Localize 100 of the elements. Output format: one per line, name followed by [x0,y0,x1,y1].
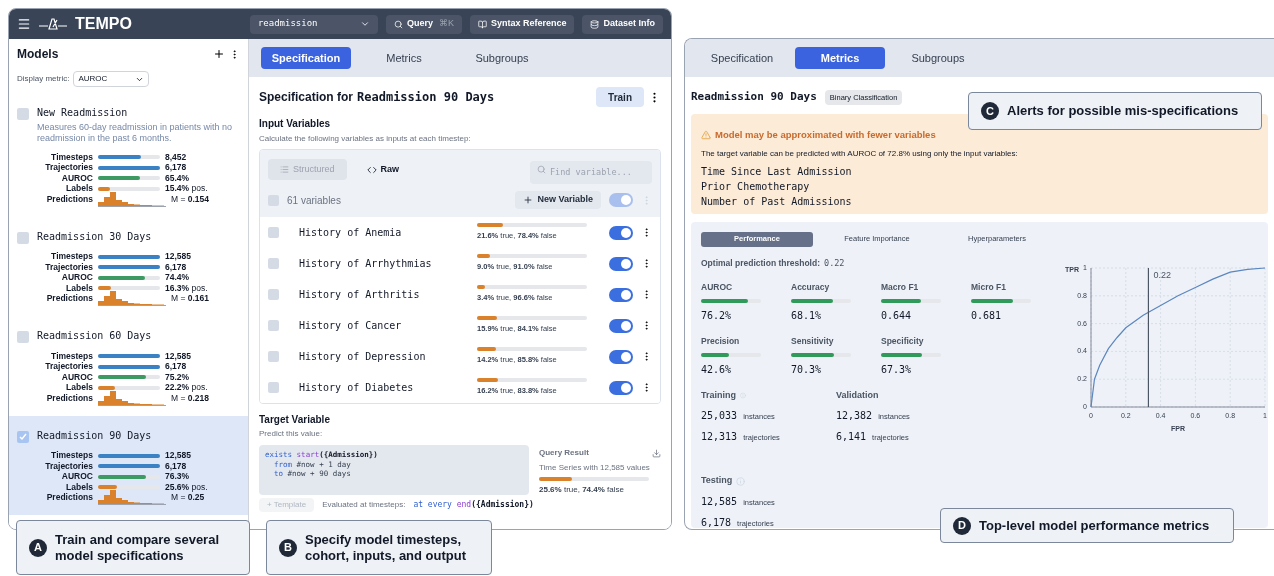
histogram-drawing [98,291,166,307]
dataset-info-button[interactable]: Dataset Info [582,14,663,34]
stat-value: 6,178 [165,361,187,374]
toggle-switch[interactable] [609,318,633,333]
stat-value: M = 0.161 [171,293,210,306]
toggle-switch[interactable] [609,380,633,395]
metric-label: AUROC [701,281,734,294]
tab[interactable]: Specification [697,47,787,69]
toggle-switch[interactable] [609,287,633,302]
syntax-reference-button[interactable]: Syntax Reference [469,14,575,34]
stat-value: M = 0.154 [171,193,210,206]
tab[interactable]: Subgroups [457,47,547,69]
metric-value: 0.644 [881,309,913,323]
section-description: Calculate the following variables as inputs at each timestep: [259,133,472,145]
variable-name: History of Arrhythmias [299,257,433,271]
stat-label: Labels [65,381,93,394]
app-name: TEMPO [75,14,132,34]
menu-icon[interactable] [17,17,31,31]
split-value: 12,382 [836,409,873,424]
evaluated-label: Evaluated at timesteps: [322,499,406,511]
callout-text: Top-level model performance metrics [979,517,1210,534]
checkbox[interactable] [268,320,279,331]
code-icon [366,164,377,175]
split-label: Training [701,388,736,402]
warning-icon [701,129,711,140]
new-variable-button[interactable]: New Variable [515,191,601,209]
model-name: New Readmission [37,106,129,120]
stat-value: 8,452 [165,150,187,164]
toggle-switch[interactable] [609,225,633,240]
stat-label: AUROC [60,172,93,184]
metric-label: Specificity [881,335,925,348]
alert-text: The target variable can be predicted with AUROC of 72.8% using only the input variables: [701,147,1019,160]
checkbox[interactable] [268,194,279,206]
book-icon [477,19,487,29]
model-card[interactable]: Readmission 90 Days Timesteps 12,585 Trajectories 6,178 AUROC 76.3% Labels 25.6% pos. Predictions M = 0.25 [9,415,248,515]
stat-label: Trajectories [44,361,93,374]
variable-name: History of Diabetes [299,381,415,395]
checkbox[interactable] [268,382,279,393]
variable-count: 61 variables [287,193,342,208]
list-icon [280,165,289,174]
query-button[interactable]: Query ⌘K [385,14,462,34]
tab[interactable]: Specification [261,47,351,69]
metric-select[interactable]: AUROC [73,71,150,87]
timestep-code: at every end({Admission}) [413,499,534,511]
callout-letter: D [953,516,971,535]
stat-value: M = 0.218 [171,392,210,405]
stat-value: 12,585 [165,250,191,264]
checkbox[interactable] [17,430,29,443]
download-icon[interactable] [652,448,661,458]
stat-label: Timesteps [50,150,93,163]
stat-label: Predictions [45,192,93,206]
checkbox[interactable] [268,351,279,362]
stat-value: 12,585 [165,349,191,363]
metric-label: Sensitivity [791,335,835,348]
checkbox[interactable] [268,258,279,269]
callout-letter: C [981,102,999,120]
callout-text: Train and compare several model specifications [55,531,221,564]
search-field[interactable]: Find variable... [530,160,652,184]
search-icon [393,19,403,29]
stat-label: AUROC [60,272,93,284]
stat-label: Trajectories [44,460,93,473]
toggle-switch[interactable] [609,349,633,364]
result-description: Time Series with 12,585 values [539,462,651,474]
tab[interactable]: Metrics [359,47,449,69]
stat-label: Predictions [45,391,93,405]
toggle-switch[interactable] [609,256,633,271]
train-button[interactable]: Train [596,87,644,107]
dataset-select[interactable]: readmission [249,14,378,34]
model-description: Measures 60-day readmission in patients with no readmission in the past 6 months. [37,122,234,144]
checkbox[interactable] [17,331,29,343]
split-value: 6,141 [836,430,867,445]
stat-label: Timesteps [50,349,93,362]
split-label: Validation [836,388,879,402]
metronome-logo-icon [39,18,67,30]
checkbox[interactable] [268,289,279,300]
sidebar-title: Models [17,46,59,63]
metric-label: Micro F1 [971,281,1007,294]
view-tab[interactable]: Raw [354,159,412,180]
model-title: Readmission 90 Days [357,89,495,106]
callout-letter: A [29,538,47,557]
split-value: 25,033 [701,409,738,424]
tab[interactable]: Subgroups [893,47,983,69]
stat-label: Timesteps [50,449,93,462]
checkbox[interactable] [17,108,29,120]
section-heading: Target Variable [259,413,331,427]
result-title: Query Result [539,447,589,459]
alert-variable: Time Since Last Admission [701,164,853,179]
stat-label: Labels [65,182,93,195]
metric-label: Precision [701,335,741,348]
stat-value: 12,585 [165,449,191,463]
checkbox[interactable] [17,231,29,244]
histogram-drawing [98,490,166,506]
stat-label: Trajectories [44,261,93,274]
split-value: 12,585 [701,494,738,509]
stat-label: Predictions [45,292,93,306]
result-stat: 25.6% true, 74.4% false [539,484,625,496]
add-icon[interactable] [213,48,225,60]
tab[interactable]: Metrics [795,47,885,69]
variable-name: History of Arthritis [299,288,421,302]
checkbox[interactable] [268,227,279,238]
